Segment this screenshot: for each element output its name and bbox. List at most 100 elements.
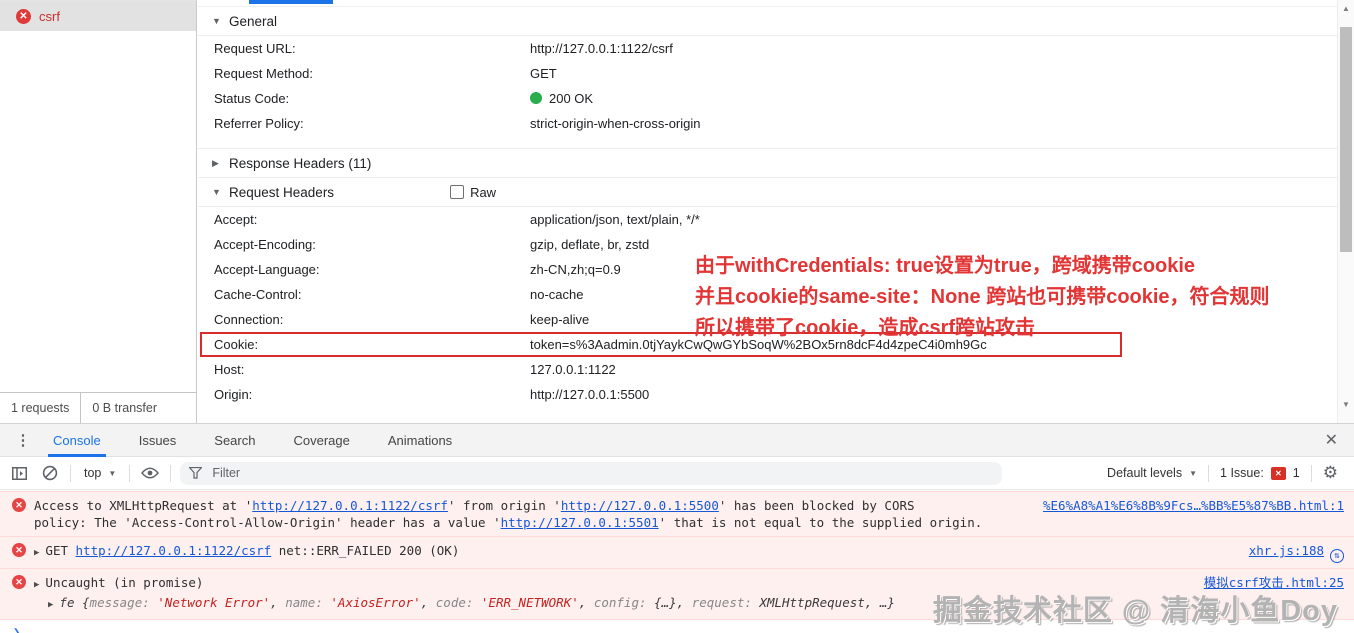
header-value: 200 OK <box>530 90 1337 107</box>
tab-coverage[interactable]: Coverage <box>281 424 361 457</box>
header-label: Status Code: <box>214 91 290 106</box>
tab-console[interactable]: Console <box>41 424 113 457</box>
error-text-part: ' from origin ' <box>447 498 561 513</box>
source-location: xhr.js:188 ⇅ <box>1249 542 1344 563</box>
header-value: http://127.0.0.1:1122/csrf <box>530 41 673 56</box>
headers-detail-pane: ▼ General Request URL: http://127.0.0.1:… <box>198 0 1337 423</box>
network-request-row-csrf[interactable]: ✕ csrf <box>0 1 196 31</box>
log-levels-dropdown[interactable]: Default levels ▼ <box>1107 466 1197 480</box>
response-headers-section-header[interactable]: ▶ Response Headers (11) <box>198 149 1337 178</box>
tab-animations[interactable]: Animations <box>376 424 464 457</box>
more-tools-icon[interactable]: ⋮ <box>12 431 34 449</box>
url-link[interactable]: http://127.0.0.1:1122/csrf <box>252 498 448 513</box>
tab-search[interactable]: Search <box>202 424 267 457</box>
url-link[interactable]: http://127.0.0.1:5500 <box>561 498 719 513</box>
request-header-row: Accept: application/json, text/plain, */… <box>198 207 1337 232</box>
source-link[interactable]: xhr.js:188 <box>1249 543 1324 558</box>
watermark: 掘金技术社区 @ 清海小鱼Doy <box>932 595 1338 627</box>
response-headers-title: Response Headers (11) <box>229 155 372 171</box>
console-toolbar: top ▼ Default levels ▼ 1 Issue: ✕ 1 ⚙ <box>0 457 1354 490</box>
annotation-line: 所以携带了cookie，造成csrf跨站攻击 <box>695 317 1036 339</box>
toolbar-divider <box>129 464 131 482</box>
preview-value: 'Network Error' <box>157 595 271 610</box>
tab-animations-label: Animations <box>387 432 453 448</box>
preview-token: , <box>270 595 286 610</box>
error-text-part: ' has been blocked by CORS <box>718 498 915 513</box>
network-tabbar-remnant <box>198 0 1337 7</box>
scroll-down-icon[interactable]: ▼ <box>1338 400 1354 409</box>
header-label: Connection: <box>214 312 284 327</box>
request-header-row: Origin: http://127.0.0.1:5500 <box>198 382 1337 407</box>
object-constructor: fe <box>59 595 75 610</box>
preview-token: , <box>420 595 436 610</box>
preview-value: {…} <box>654 595 677 610</box>
tab-issues-label: Issues <box>138 432 177 448</box>
error-text: policy: The 'Access-Control-Allow-Origin… <box>34 514 1344 531</box>
issues-counter[interactable]: 1 Issue: ✕ 1 <box>1220 466 1300 480</box>
annotation-line: 由于withCredentials: true设置为true，跨域携带cooki… <box>695 255 1196 277</box>
header-label: Cache-Control: <box>214 287 302 302</box>
toolbar-divider <box>1310 464 1312 482</box>
error-text-part: Uncaught (in promise) <box>45 575 204 590</box>
network-request-list: ✕ csrf 1 requests 0 B transfer <box>0 0 197 423</box>
section-divider <box>198 136 1337 149</box>
preview-key: message: <box>89 595 158 610</box>
header-value: GET <box>530 66 557 81</box>
annotation-line: 并且cookie的same-site：None 跨站也可携带cookie，符合规… <box>695 286 1270 308</box>
request-name: csrf <box>39 8 60 24</box>
raw-label: Raw <box>470 184 497 200</box>
preview-token: , <box>864 595 880 610</box>
console-sidebar-toggle-icon[interactable] <box>8 462 30 484</box>
error-icon: ✕ <box>12 498 26 512</box>
url-link[interactable]: http://127.0.0.1:1122/csrf <box>76 543 272 558</box>
preview-value: XMLHttpRequest <box>759 595 865 610</box>
active-tab-indicator <box>249 0 333 4</box>
preview-key: code: <box>435 595 481 610</box>
expand-caret-icon[interactable]: ▶ <box>34 580 39 590</box>
tab-issues[interactable]: Issues <box>127 424 189 457</box>
url-link[interactable]: http://127.0.0.1:5501 <box>501 515 659 530</box>
error-text-part: Access to XMLHttpRequest at ' <box>34 498 253 513</box>
header-value: application/json, text/plain, */* <box>530 212 700 227</box>
close-drawer-icon[interactable]: ✕ <box>1325 430 1338 450</box>
general-row: Request Method: GET <box>198 61 1337 86</box>
request-headers-section-header[interactable]: ▼ Request Headers Raw <box>198 178 1337 207</box>
network-scrollbar[interactable]: ▲ ▼ <box>1337 0 1354 423</box>
drawer-tabbar: ⋮ Console Issues Search Coverage Animati… <box>0 424 1354 457</box>
header-label: Accept: <box>214 212 258 227</box>
context-selector[interactable]: top ▼ <box>80 466 120 480</box>
raw-checkbox[interactable] <box>450 185 465 199</box>
expand-caret-icon[interactable]: ▶ <box>48 600 53 610</box>
request-error-icon: ✕ <box>16 8 31 24</box>
preview-key: name: <box>285 595 331 610</box>
request-headers-title: Request Headers <box>229 184 335 200</box>
filter-input[interactable] <box>210 465 994 481</box>
console-filter[interactable] <box>180 461 1003 485</box>
console-messages: ✕ Access to XMLHttpRequest at 'http://12… <box>0 491 1354 633</box>
annotation-note: 由于withCredentials: true设置为true，跨域携带cooki… <box>695 251 1270 344</box>
source-link[interactable]: %E6%A8%A1%E6%8B%9Fcs…%BB%E5%87%BB.html:1 <box>1043 498 1344 513</box>
network-panel: ✕ csrf 1 requests 0 B transfer ▼ General… <box>0 0 1354 423</box>
header-value: http://127.0.0.1:5500 <box>530 387 650 402</box>
preview-value: 'ERR_NETWORK' <box>480 595 579 610</box>
expand-caret-icon[interactable]: ▶ <box>34 548 39 558</box>
header-value: 127.0.0.1:1122 <box>530 362 616 377</box>
live-expression-eye-icon[interactable] <box>139 462 161 484</box>
requests-count: 1 requests <box>11 401 70 415</box>
filter-funnel-icon <box>189 467 203 479</box>
header-value: strict-origin-when-cross-origin <box>530 116 701 131</box>
clear-console-icon[interactable] <box>39 462 61 484</box>
scroll-up-icon[interactable]: ▲ <box>1338 4 1354 13</box>
scrollbar-thumb[interactable] <box>1340 27 1352 252</box>
raw-toggle[interactable]: Raw <box>450 185 496 200</box>
general-section-title: General <box>229 13 278 29</box>
general-section-header[interactable]: ▼ General <box>198 7 1337 36</box>
tab-coverage-label: Coverage <box>293 432 350 448</box>
gear-icon[interactable]: ⚙ <box>1323 463 1338 483</box>
preview-key: config: <box>593 595 655 610</box>
chevron-down-icon: ▼ <box>108 468 117 478</box>
initiator-chain-icon[interactable]: ⇅ <box>1330 549 1344 563</box>
preview-token: …} <box>879 595 895 610</box>
status-code-text: 200 OK <box>549 91 594 106</box>
source-location: %E6%A8%A1%E6%8B%9Fcs…%BB%E5%87%BB.html:1 <box>1043 497 1344 514</box>
